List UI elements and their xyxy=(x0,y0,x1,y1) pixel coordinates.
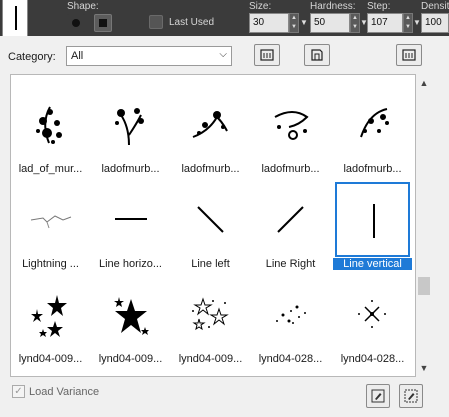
square-shape-button[interactable] xyxy=(94,14,112,32)
brush-tile[interactable]: ladofmurb... xyxy=(333,83,412,179)
floral-vine-icon xyxy=(335,87,410,162)
hardness-stepper[interactable]: ▲ ▼ xyxy=(350,13,360,33)
density-input[interactable]: 100 xyxy=(421,13,449,33)
stars-burst-icon xyxy=(93,277,168,352)
step-input[interactable]: 107 xyxy=(367,13,403,33)
sparkle-dots-icon xyxy=(253,277,328,352)
brush-tile[interactable]: Lightning ... xyxy=(11,178,90,274)
brush-settings-icon xyxy=(404,389,418,403)
brush-name: Line vertical xyxy=(333,258,412,270)
brush-name: lynd04-009... xyxy=(178,353,243,365)
brush-tile[interactable]: Line horizo... xyxy=(91,178,170,274)
brush-list-view-button[interactable] xyxy=(254,44,280,66)
scroll-up-icon[interactable]: ▲ xyxy=(417,76,431,90)
brush-grid: lad_of_mur... ladofmurb... ladofmurb... lad… xyxy=(10,74,416,377)
brush-name: Line Right xyxy=(265,258,316,270)
brush-name: lynd04-028... xyxy=(340,353,405,365)
size-stepper[interactable]: ▲ ▼ xyxy=(289,13,299,33)
brush-name: lynd04-009... xyxy=(18,353,83,365)
line-vertical-icon xyxy=(335,182,410,257)
save-preset-button[interactable] xyxy=(304,44,330,66)
grid-settings-icon xyxy=(402,49,416,61)
brush-name: Lightning ... xyxy=(22,258,79,270)
brush-tile[interactable]: lynd04-028... xyxy=(333,273,412,369)
line-left-icon xyxy=(173,182,248,257)
category-value: All xyxy=(71,50,84,62)
scroll-down-icon[interactable]: ▼ xyxy=(417,361,431,375)
save-disk-icon xyxy=(311,49,323,61)
stars-outline-icon xyxy=(173,277,248,352)
step-dropdown-icon[interactable]: ▼ xyxy=(413,13,421,33)
last-used-label: Last Used xyxy=(169,17,215,28)
brush-name: ladofmurb... xyxy=(261,163,320,175)
brush-name: ladofmurb... xyxy=(101,163,160,175)
brush-preview-stroke xyxy=(15,6,17,30)
brush-name: ladofmurb... xyxy=(181,163,240,175)
brush-settings-button[interactable] xyxy=(399,384,423,408)
scroll-thumb[interactable] xyxy=(418,277,430,295)
round-shape-button[interactable] xyxy=(67,14,85,32)
brush-tile[interactable]: lynd04-009... xyxy=(11,273,90,369)
floral-curl-icon xyxy=(253,87,328,162)
chevron-down-icon: ⌵ xyxy=(219,49,227,60)
brush-name: lynd04-028... xyxy=(258,353,323,365)
brush-name: lad_of_mur... xyxy=(18,163,83,175)
size-dropdown-icon[interactable]: ▼ xyxy=(299,13,309,33)
brush-tile[interactable]: ladofmurb... xyxy=(171,83,250,179)
category-select[interactable]: All ⌵ xyxy=(66,46,232,66)
category-label: Category: xyxy=(8,51,56,63)
step-stepper[interactable]: ▲ ▼ xyxy=(403,13,413,33)
last-used-button[interactable] xyxy=(149,15,163,29)
size-input[interactable]: 30 xyxy=(249,13,289,33)
brush-manager-button[interactable] xyxy=(396,44,422,66)
line-right-icon xyxy=(253,182,328,257)
brush-tile[interactable]: lynd04-009... xyxy=(91,273,170,369)
brush-tile[interactable]: Line vertical xyxy=(333,178,412,274)
density-label: Density: xyxy=(421,1,449,12)
brush-tile[interactable]: ladofmurb... xyxy=(91,83,170,179)
hardness-label: Hardness: xyxy=(310,1,356,12)
keyboard-grid-icon xyxy=(260,49,274,61)
grid-scrollbar[interactable]: ▲ ▼ xyxy=(417,74,431,377)
load-variance-checkbox[interactable]: ✓ xyxy=(12,385,25,398)
hardness-input[interactable]: 50 xyxy=(310,13,350,33)
brush-name: Line left xyxy=(191,258,230,270)
line-horizontal-icon xyxy=(93,182,168,257)
brush-name: Line horizo... xyxy=(99,258,162,270)
brush-tile[interactable]: ladofmurb... xyxy=(251,83,330,179)
brush-tile[interactable]: lynd04-028... xyxy=(251,273,330,369)
edit-brush-icon xyxy=(371,389,385,403)
brush-tile[interactable]: Line left xyxy=(171,178,250,274)
sparkle-cross-icon xyxy=(335,277,410,352)
brush-name: lynd04-009... xyxy=(98,353,163,365)
lightning-icon xyxy=(13,182,88,257)
step-label: Step: xyxy=(367,1,391,12)
shape-label: Shape: xyxy=(67,1,99,12)
stars-cluster-icon xyxy=(13,277,88,352)
floral-scroll-icon xyxy=(173,87,248,162)
size-label: Size: xyxy=(249,1,272,12)
brush-tile[interactable]: lad_of_mur... xyxy=(11,83,90,179)
floral-swirl-icon xyxy=(13,87,88,162)
edit-brush-button[interactable] xyxy=(366,384,390,408)
brush-tile[interactable]: Line Right xyxy=(251,178,330,274)
floral-flower-icon xyxy=(93,87,168,162)
brush-preview[interactable] xyxy=(2,0,28,36)
brush-tile[interactable]: lynd04-009... xyxy=(171,273,250,369)
load-variance-label: Load Variance xyxy=(29,386,100,398)
brush-name: ladofmurb... xyxy=(343,163,402,175)
brush-options-bar: Shape: Last Used Size: 30 ▲ ▼ ▼ Hardness:… xyxy=(0,0,449,36)
